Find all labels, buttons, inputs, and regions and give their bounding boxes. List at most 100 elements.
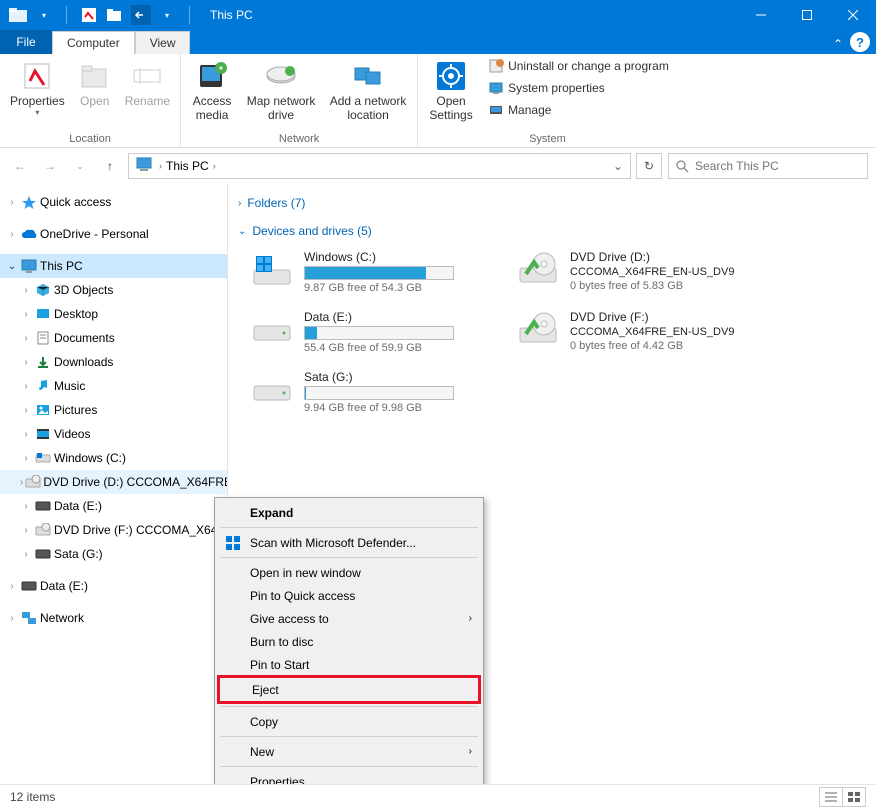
tab-view[interactable]: View [135, 31, 191, 54]
sysprops-label: System properties [508, 81, 605, 95]
forward-button: → [38, 154, 62, 178]
defender-icon [224, 534, 242, 552]
drive-item[interactable]: Windows (C:) 9.87 GB free of 54.3 GB [246, 246, 496, 298]
tree-data-e[interactable]: ›Data (E:) [0, 494, 227, 518]
chevron-down-icon[interactable]: ⌄ [6, 260, 18, 272]
help-button[interactable]: ? [850, 32, 870, 52]
ctx-expand[interactable]: Expand [218, 501, 480, 524]
chevron-right-icon: › [238, 198, 241, 209]
qat-dropdown-icon[interactable]: ▾ [34, 5, 54, 25]
tree-pictures[interactable]: ›Pictures [0, 398, 227, 422]
tree-windows-c[interactable]: ›Windows (C:) [0, 446, 227, 470]
add-network-location-button[interactable]: Add a network location [323, 56, 413, 127]
chevron-right-icon[interactable]: › [6, 196, 18, 208]
tree-downloads[interactable]: ›Downloads [0, 350, 227, 374]
drive-free-text: 9.94 GB free of 9.98 GB [304, 402, 492, 414]
network-group-label: Network [185, 131, 413, 147]
qat-caret-icon[interactable]: ▾ [157, 5, 177, 25]
access-media-button[interactable]: Access media [185, 56, 239, 127]
refresh-button[interactable]: ↻ [636, 153, 662, 179]
system-properties-button[interactable]: System properties [484, 78, 673, 98]
search-input[interactable] [695, 159, 861, 173]
collapse-ribbon-icon[interactable]: ⌃ [828, 34, 848, 54]
ctx-open-new-window[interactable]: Open in new window [218, 561, 480, 584]
drive-name: Windows (C:) [304, 250, 492, 264]
tree-sata-g[interactable]: ›Sata (G:) [0, 542, 227, 566]
ctx-burn[interactable]: Burn to disc [218, 630, 480, 653]
tree-network-label: Network [40, 611, 84, 625]
tree-network[interactable]: ›Network [0, 606, 227, 630]
ctx-pin-start[interactable]: Pin to Start [218, 653, 480, 676]
tree-documents[interactable]: ›Documents [0, 326, 227, 350]
ctx-scan-defender[interactable]: Scan with Microsoft Defender... [218, 531, 480, 554]
ctx-new[interactable]: New› [218, 740, 480, 763]
qat-newfolder-icon[interactable] [105, 5, 125, 25]
drive-icon [20, 577, 38, 595]
location-group-label: Location [4, 131, 176, 147]
recent-dropdown[interactable]: ⌄ [68, 154, 92, 178]
tree-3d-objects[interactable]: ›3D Objects [0, 278, 227, 302]
qat-undo-icon[interactable] [131, 5, 151, 25]
tree-dvd-d[interactable]: ›DVD Drive (D:) CCCOMA_X64FRE [0, 470, 227, 494]
tree-music[interactable]: ›Music [0, 374, 227, 398]
ctx-pin-quick-label: Pin to Quick access [250, 589, 355, 603]
ctx-eject[interactable]: Eject [220, 678, 478, 701]
videos-icon [34, 425, 52, 443]
manage-button[interactable]: Manage [484, 100, 673, 120]
minimize-button[interactable] [738, 0, 784, 30]
system-group-label: System [422, 131, 673, 147]
open-label: Open [80, 94, 109, 108]
manage-label: Manage [508, 103, 551, 117]
tab-computer[interactable]: Computer [52, 31, 135, 54]
drive-name: DVD Drive (D:) [570, 250, 758, 264]
access-media-label: Access media [191, 94, 233, 123]
drive-name: DVD Drive (F:) [570, 310, 758, 324]
back-button[interactable]: ← [8, 154, 32, 178]
tree-quick-access[interactable]: › Quick access [0, 190, 227, 214]
qat-properties-icon[interactable] [79, 5, 99, 25]
tree-desktop[interactable]: ›Desktop [0, 302, 227, 326]
os-drive-icon [250, 250, 294, 294]
network-icon [20, 609, 38, 627]
open-settings-button[interactable]: Open Settings [422, 56, 480, 127]
properties-button[interactable]: Properties ▾ [4, 56, 71, 122]
drive-item[interactable]: Sata (G:) 9.94 GB free of 9.98 GB [246, 366, 496, 418]
rename-icon [131, 60, 163, 92]
hdd-drive-icon [250, 310, 294, 354]
folders-section[interactable]: › Folders (7) [238, 192, 866, 214]
ctx-pin-quick[interactable]: Pin to Quick access [218, 584, 480, 607]
search-box[interactable] [668, 153, 868, 179]
large-icons-view-button[interactable] [842, 787, 866, 807]
details-view-button[interactable] [819, 787, 843, 807]
breadcrumb-thispc-label: This PC [166, 159, 209, 173]
ctx-open-new-label: Open in new window [250, 566, 361, 580]
ctx-copy[interactable]: Copy [218, 710, 480, 733]
tree-videos[interactable]: ›Videos [0, 422, 227, 446]
download-icon [34, 353, 52, 371]
close-button[interactable] [830, 0, 876, 30]
thispc-icon [135, 156, 155, 176]
chevron-right-icon[interactable]: › [6, 228, 18, 240]
maximize-button[interactable] [784, 0, 830, 30]
rename-label: Rename [125, 94, 170, 108]
ctx-pin-start-label: Pin to Start [250, 658, 309, 672]
devices-section[interactable]: ⌄ Devices and drives (5) [238, 220, 866, 242]
tree-onedrive[interactable]: › OneDrive - Personal [0, 222, 227, 246]
drive-item[interactable]: DVD Drive (F:) CCCOMA_X64FRE_EN-US_DV9 0… [512, 306, 762, 358]
address-bar[interactable]: › This PC › ⌄ [128, 153, 631, 179]
drive-item[interactable]: Data (E:) 55.4 GB free of 59.9 GB [246, 306, 496, 358]
tree-dvd-f[interactable]: ›DVD Drive (F:) CCCOMA_X64F [0, 518, 227, 542]
map-drive-button[interactable]: Map network drive [239, 56, 323, 127]
properties-label: Properties [10, 94, 65, 108]
uninstall-button[interactable]: Uninstall or change a program [484, 56, 673, 76]
up-button[interactable]: ↑ [98, 154, 122, 178]
tab-file[interactable]: File [0, 30, 52, 54]
breadcrumb-thispc[interactable]: This PC › [162, 159, 220, 173]
ribbon: Properties ▾ Open Rename Location Access… [0, 54, 876, 148]
ctx-give-access[interactable]: Give access to› [218, 607, 480, 630]
tree-data-e-root[interactable]: ›Data (E:) [0, 574, 227, 598]
drive-item[interactable]: DVD Drive (D:) CCCOMA_X64FRE_EN-US_DV9 0… [512, 246, 762, 298]
dvd-icon [34, 521, 52, 539]
address-dropdown[interactable]: ⌄ [608, 154, 628, 178]
tree-thispc[interactable]: ⌄ This PC [0, 254, 227, 278]
